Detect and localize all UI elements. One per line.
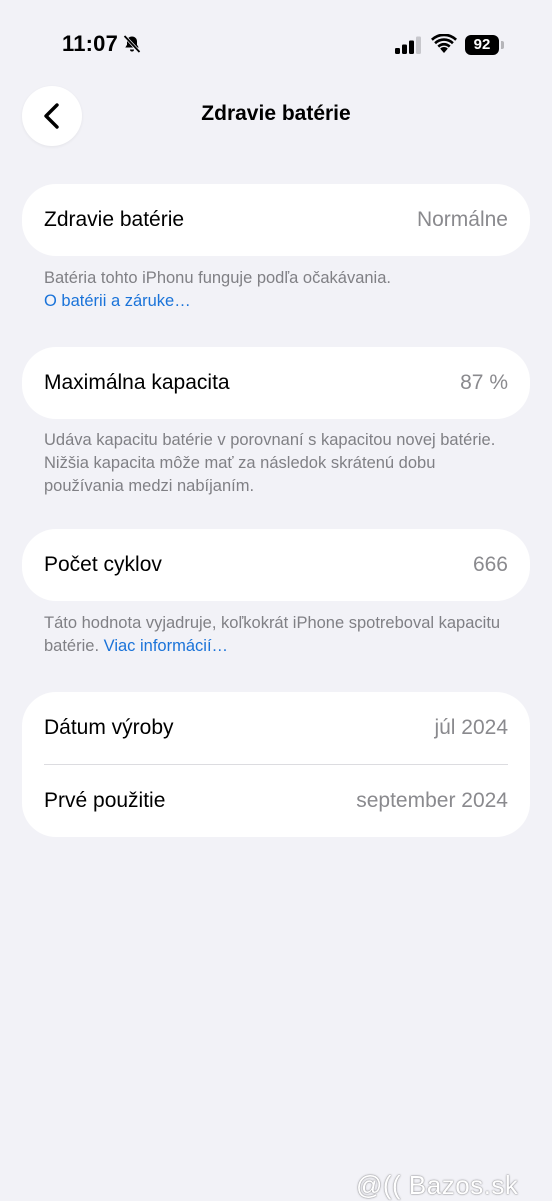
- first-use-row: Prvé použitie september 2024: [22, 765, 530, 837]
- bazos-watermark: @(( Bazos.sk: [356, 1170, 519, 1200]
- battery-warranty-link[interactable]: O batérii a záruke…: [44, 292, 191, 310]
- battery-health-footnote-text: Batéria tohto iPhonu funguje podľa očaká…: [44, 269, 391, 287]
- cellular-signal-icon: [395, 36, 423, 54]
- max-capacity-footnote: Udáva kapacitu batérie v porovnaní s kap…: [44, 431, 496, 495]
- max-capacity-card: Maximálna kapacita 87 %: [22, 347, 530, 419]
- bell-muted-icon: [122, 34, 142, 54]
- manufacture-date-row: Dátum výroby júl 2024: [22, 692, 530, 764]
- cycle-count-value: 666: [472, 553, 508, 576]
- battery-health-card: Zdravie batérie Normálne: [22, 184, 530, 256]
- first-use-label: Prvé použitie: [44, 789, 166, 812]
- cycle-count-row: Počet cyklov 666: [22, 529, 530, 601]
- battery-tip: [501, 41, 504, 49]
- page-title: Zdravie batérie: [201, 102, 351, 125]
- manufacture-date-label: Dátum výroby: [44, 716, 174, 739]
- wifi-icon: [431, 33, 457, 54]
- cycle-count-label: Počet cyklov: [44, 553, 162, 576]
- cycle-count-card: Počet cyklov 666: [22, 529, 530, 601]
- status-time: 11:07: [62, 31, 119, 56]
- battery-health-footnote: Batéria tohto iPhonu funguje podľa očaká…: [44, 267, 514, 313]
- status-bar: 11:07 92: [0, 0, 552, 90]
- max-capacity-label: Maximálna kapacita: [44, 371, 230, 394]
- battery-level: 92: [465, 35, 499, 55]
- battery-icon: 92: [465, 35, 507, 55]
- manufacture-date-value: júl 2024: [434, 716, 508, 739]
- more-info-link[interactable]: Viac informácií…: [104, 637, 228, 655]
- battery-health-row: Zdravie batérie Normálne: [22, 184, 530, 256]
- battery-health-value: Normálne: [416, 208, 508, 231]
- max-capacity-row: Maximálna kapacita 87 %: [22, 347, 530, 419]
- battery-health-label: Zdravie batérie: [44, 208, 185, 231]
- dates-card: Dátum výroby júl 2024 Prvé použitie sept…: [22, 692, 530, 837]
- max-capacity-value: 87 %: [460, 371, 508, 394]
- first-use-value: september 2024: [356, 789, 508, 812]
- cycle-count-footnote: Táto hodnota vyjadruje, koľkokrát iPhone…: [44, 612, 514, 658]
